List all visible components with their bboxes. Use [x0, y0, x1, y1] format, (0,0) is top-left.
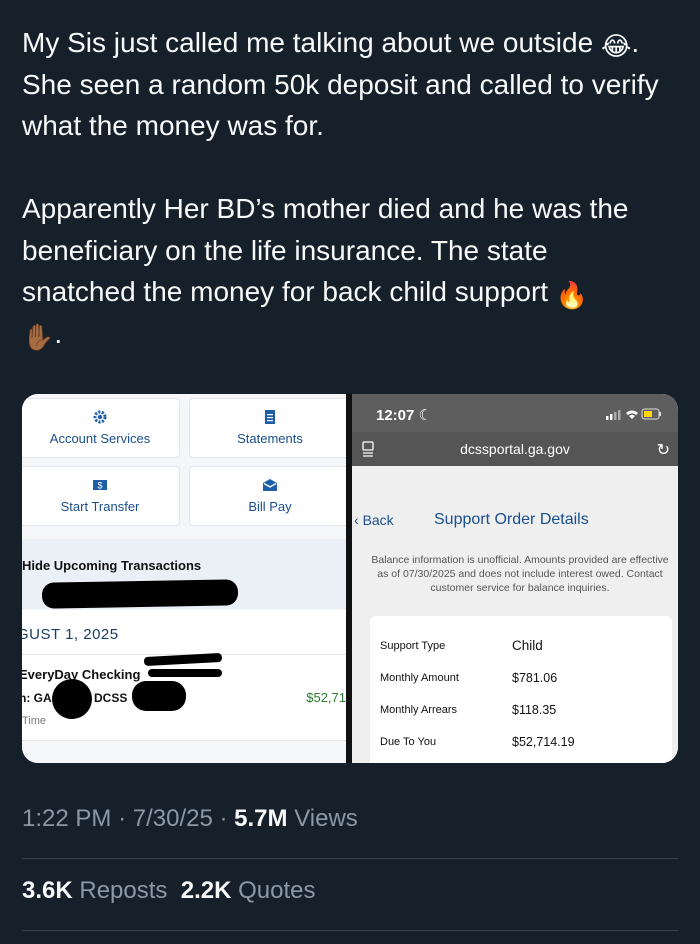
reload-icon: ↻: [656, 442, 670, 459]
dollar-bill-icon: $: [93, 480, 107, 491]
transaction-amount: $52,71: [306, 690, 346, 705]
views-label: Views: [294, 805, 358, 832]
transaction-time: Time: [22, 715, 47, 727]
tile-label: Account Services: [49, 431, 151, 446]
tile-label: Statements: [237, 431, 303, 446]
svg-text:$: $: [97, 481, 102, 491]
tweet-paragraph-2: Apparently Her BD’s mother died and he w…: [22, 188, 662, 354]
statements-tile: Statements: [189, 398, 346, 458]
browser-url-bar: dcssportal.ga.gov ↻: [352, 432, 678, 466]
row-value: Child: [512, 638, 543, 653]
signal-wifi-battery-icon: [606, 408, 661, 420]
row-label: Support Type: [380, 640, 446, 652]
row-label: Monthly Arrears: [380, 704, 458, 716]
transaction-payer: DCSS: [94, 691, 128, 705]
chevron-left-icon: ‹: [354, 512, 359, 528]
row-value: $118.35: [512, 703, 557, 717]
envelope-icon: [263, 479, 277, 491]
tweet-line: Apparently Her BD’s mother died and he w…: [22, 193, 629, 307]
quotes-count: 2.2K: [180, 877, 232, 904]
joy-emoji-icon: 😂: [600, 31, 632, 61]
tweet-paragraph-1: My Sis just called me talking about we o…: [22, 22, 662, 147]
portal-screenshot: 12:07 ☾ dcssportal.ga.gov ↻ ‹ Back Suppo…: [352, 394, 678, 763]
post-time[interactable]: 1:22 PM: [22, 805, 111, 832]
divider-line: [22, 858, 678, 859]
transaction-description: n: GA: [22, 691, 52, 705]
separator-dot: ·: [219, 805, 228, 832]
separator-dot: ·: [118, 805, 127, 832]
redaction-mark: [41, 579, 239, 609]
row-value: $52,714.19: [512, 735, 575, 749]
row-label: Due To You: [380, 736, 437, 748]
date-text: GUST 1, 2025: [22, 626, 119, 643]
media-attachment[interactable]: Account Services Statements $ Start Tran…: [22, 394, 678, 763]
tweet-line: .: [54, 317, 63, 349]
phone-status-bar: 12:07 ☾: [352, 394, 678, 432]
back-link: ‹ Back: [354, 512, 394, 528]
upcoming-transactions-row: Hide Upcoming Transactions: [22, 539, 346, 609]
start-transfer-tile: $ Start Transfer: [22, 466, 180, 526]
date-header: GUST 1, 2025: [22, 610, 346, 655]
transaction-item: EveryDay Checking n: GA DCSS $52,71 Time: [22, 652, 346, 741]
tile-label: Start Transfer: [60, 499, 140, 514]
raised-hand-emoji-icon: ✋🏾: [22, 321, 55, 352]
page-title: Support Order Details: [434, 511, 589, 528]
bank-app-screenshot: Account Services Statements $ Start Tran…: [22, 394, 346, 763]
status-time-text: 12:07: [376, 407, 415, 424]
redaction-mark: [148, 669, 222, 677]
redaction-mark: [143, 652, 223, 667]
quotes-link[interactable]: 2.2K Quotes: [181, 877, 316, 904]
transaction-account: EveryDay Checking: [22, 667, 141, 682]
support-order-card: Support Type Child Monthly Amount $781.0…: [370, 616, 672, 763]
gear-icon: [93, 410, 107, 424]
views-count: 5.7M: [234, 805, 288, 832]
row-value: $781.06: [512, 671, 558, 685]
engagement-stats: 3.6K Reposts 2.2K Quotes: [22, 877, 316, 905]
tweet-text: My Sis just called me talking about we o…: [22, 22, 662, 354]
tile-label: Bill Pay: [248, 499, 292, 514]
tweet-meta: 1:22 PM · 7/30/25 · 5.7M Views: [22, 805, 358, 833]
hide-upcoming-label: Hide Upcoming Transactions: [22, 558, 202, 573]
bill-pay-tile: Bill Pay: [189, 466, 346, 526]
balance-notice: Balance information is unofficial. Amoun…: [371, 554, 669, 594]
document-icon: [265, 410, 275, 424]
url-text: dcssportal.ga.gov: [460, 441, 570, 457]
back-label: Back: [362, 512, 394, 528]
tweet-line: My Sis just called me talking about we o…: [22, 27, 594, 58]
reposts-count: 3.6K: [22, 877, 73, 904]
row-label: Monthly Amount: [380, 672, 459, 684]
reposts-link[interactable]: 3.6K Reposts: [22, 877, 167, 904]
status-time: 12:07 ☾: [376, 406, 432, 424]
redaction-mark: [132, 681, 186, 711]
moon-icon: ☾: [418, 407, 432, 424]
reposts-label: Reposts: [79, 877, 168, 904]
post-date[interactable]: 7/30/25: [133, 805, 213, 832]
divider-line: [22, 930, 678, 931]
account-services-tile: Account Services: [22, 398, 180, 458]
fire-emoji-icon: 🔥: [555, 280, 589, 310]
quotes-label: Quotes: [238, 877, 316, 904]
